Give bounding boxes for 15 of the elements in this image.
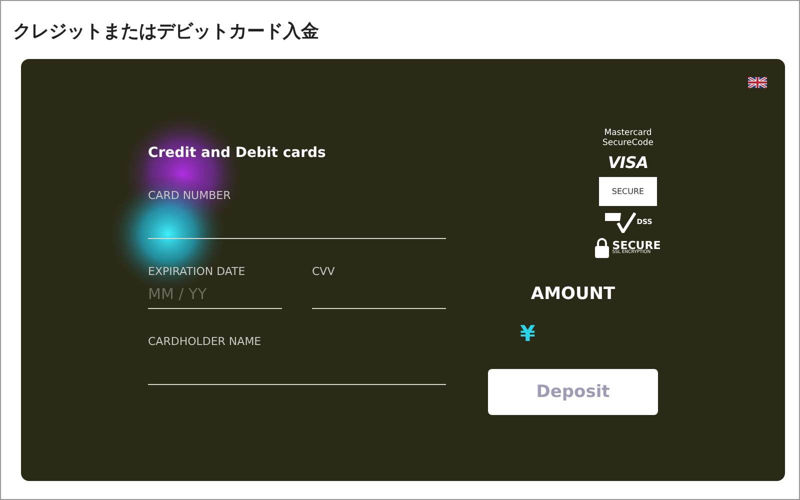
field-label: CARD NUMBER xyxy=(148,189,232,203)
amount-label: AMOUNT xyxy=(530,284,616,304)
uk-flag-icon[interactable] xyxy=(748,77,767,88)
currency-symbol: ¥ xyxy=(520,322,536,347)
secure-badge: SECURE xyxy=(599,177,657,206)
padlock-icon xyxy=(595,238,610,258)
page-title: クレジットまたはデビットカード入金 xyxy=(12,20,320,44)
field-label: CARDHOLDER NAME xyxy=(148,335,262,349)
input-field[interactable]: MM / YY xyxy=(148,279,282,309)
field-label: CVV xyxy=(312,265,336,279)
field-label: EXPIRATION DATE xyxy=(148,265,246,279)
pci-shield-icon xyxy=(604,211,636,233)
form-title: Credit and Debit cards xyxy=(148,144,327,162)
visa-logo: VISA xyxy=(608,153,648,172)
securecode-text: Mastercard SecureCode xyxy=(602,128,654,148)
